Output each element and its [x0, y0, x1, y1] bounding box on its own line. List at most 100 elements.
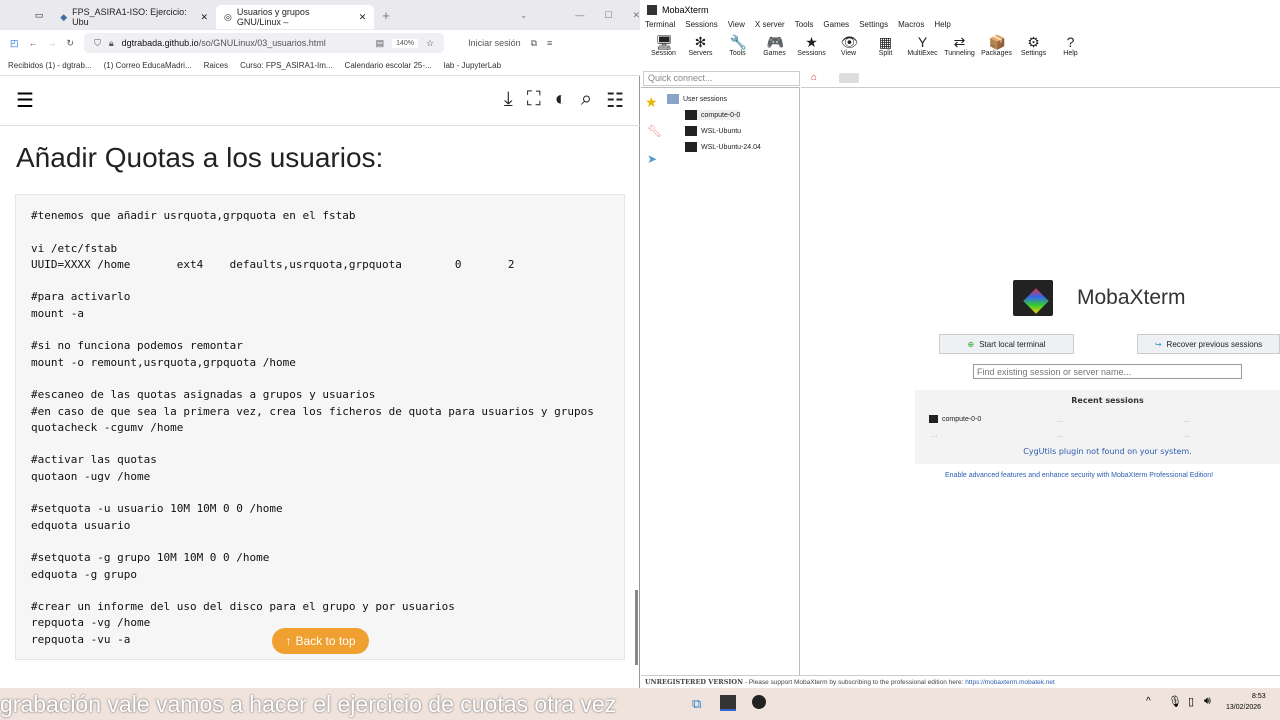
ssh-icon: [685, 110, 697, 120]
tool-multiexec[interactable]: Y MultiExec: [904, 34, 941, 70]
back-to-top-button[interactable]: ↑ Back to top: [272, 628, 369, 654]
clock-time[interactable]: 8:53: [1252, 693, 1266, 700]
tool-settings[interactable]: ⚙ Settings: [1015, 34, 1052, 70]
bookmark[interactable]: Recibidos (1) - dgtrab...: [8, 61, 92, 70]
chevron-down-icon[interactable]: ⌄: [520, 10, 528, 21]
menu-macros[interactable]: Macros: [898, 20, 924, 34]
reader-icon[interactable]: ▤: [376, 38, 385, 49]
tool-session[interactable]: 🖥 Session: [645, 34, 682, 70]
shield-icon: ⛉: [94, 37, 101, 48]
sessions-sidebar: ★ 🔧︎ ➤ User sessions compute-0-0 WSL-Ubu…: [641, 87, 800, 675]
tool-tools[interactable]: 🔧 Tools: [719, 34, 756, 70]
clock-date[interactable]: 13/02/2026: [1226, 704, 1261, 711]
tool-help[interactable]: ? Help: [1052, 34, 1089, 70]
session-item[interactable]: WSL-Ubuntu-24.04: [685, 142, 761, 152]
mobaxterm-taskbar-icon[interactable]: [720, 695, 736, 711]
menu-sessions[interactable]: Sessions: [685, 20, 717, 34]
tool-packages[interactable]: 📦 Packages: [978, 34, 1015, 70]
code-block: #tenemos que añadir usrquota,grpquota en…: [15, 194, 625, 660]
chevron-up-icon[interactable]: ^: [1146, 696, 1151, 707]
status-bar: UNREGISTERED VERSION - Please support Mo…: [641, 675, 1280, 688]
network-icon[interactable]: ▯: [1188, 695, 1194, 708]
minimize-button[interactable]: —: [575, 10, 584, 20]
recover-sessions-button[interactable]: ↪ Recover previous sessions: [1137, 334, 1280, 354]
taskbar-app-icon[interactable]: ⧉: [692, 696, 701, 712]
tool-sessions[interactable]: ★ Sessions: [793, 34, 830, 70]
tab-ejercicio[interactable]: ◆ FPS_ASIRA1-ISO: Ejercicio: Ubu ✕: [52, 5, 216, 29]
session-item[interactable]: compute-0-0: [685, 110, 741, 120]
quick-connect-input[interactable]: Quick connect...: [643, 71, 800, 86]
menu-view[interactable]: View: [728, 20, 745, 34]
tool-tunneling[interactable]: ⇄ Tunneling: [941, 34, 978, 70]
recent-item: ...: [1183, 430, 1190, 439]
toc-icon[interactable]: ☷: [606, 88, 624, 113]
tab-new[interactable]: [839, 73, 859, 83]
close-icon[interactable]: ✕: [359, 12, 367, 23]
close-icon[interactable]: ✕: [201, 12, 209, 23]
menu-terminal[interactable]: Terminal: [645, 20, 675, 34]
star-icon[interactable]: ★: [645, 94, 658, 111]
obs-icon[interactable]: [752, 695, 766, 709]
star-icon[interactable]: ☆: [426, 38, 434, 49]
menu-help[interactable]: Help: [934, 20, 950, 34]
recent-item: ...: [931, 430, 938, 439]
cygutils-message: CygUtils plugin not found on your system…: [1023, 447, 1192, 456]
menu-tools[interactable]: Tools: [795, 20, 814, 34]
theme-icon[interactable]: ◐: [555, 88, 567, 113]
tab-list-icon[interactable]: ▭: [26, 10, 52, 21]
scrollbar[interactable]: [635, 590, 638, 665]
search-icon[interactable]: ⌕: [581, 88, 592, 113]
tool-view[interactable]: 👁 View: [830, 34, 867, 70]
signin-button[interactable]: Iniciar sesión: [468, 38, 521, 48]
zoom-badge[interactable]: 140%: [392, 38, 418, 48]
tool-split[interactable]: ▦ Split: [867, 34, 904, 70]
tool-servers[interactable]: ✻ Servers: [682, 34, 719, 70]
tool-games[interactable]: 🎮 Games: [756, 34, 793, 70]
packages-icon: 📦: [988, 34, 1006, 50]
redo-icon: ↪: [1154, 339, 1162, 349]
tab-usuarios[interactable]: ◎ Usuarios y grupos GNU/Linux – ✕: [216, 5, 375, 29]
back-button[interactable]: ←: [29, 38, 38, 48]
send-icon[interactable]: ➤: [647, 152, 657, 166]
title-bar: MobaXterm: [641, 0, 1280, 20]
reload-button[interactable]: ↻: [67, 38, 75, 49]
bookmark[interactable]: lab - JupyterLab: [444, 61, 501, 70]
hamburger-icon[interactable]: ☰: [16, 88, 34, 113]
download-icon[interactable]: ⤓: [504, 88, 513, 113]
menu-games[interactable]: Games: [823, 20, 849, 34]
recent-item[interactable]: compute-0-0: [929, 415, 981, 423]
bookmark[interactable]: Curso: FPS_ASIRA1-Im...: [240, 61, 332, 70]
volume-icon[interactable]: 🔊︎: [1204, 695, 1211, 708]
start-local-terminal-button[interactable]: ⊕ Start local terminal: [939, 334, 1074, 354]
tools-icon[interactable]: 🔧︎: [647, 124, 662, 138]
maximize-button[interactable]: ☐: [604, 10, 612, 21]
sidebar-icon[interactable]: ◰: [10, 38, 19, 49]
tree-root[interactable]: User sessions: [667, 94, 727, 104]
bookmark[interactable]: Raices: [204, 61, 228, 70]
session-item[interactable]: WSL-Ubuntu: [685, 126, 741, 136]
sessions-icon: ★: [805, 34, 818, 50]
microphone-icon[interactable]: 🎙︎: [1168, 695, 1182, 708]
mobaxterm-window: MobaXterm Terminal Sessions View X serve…: [641, 0, 1280, 688]
new-tab-button[interactable]: +: [382, 8, 390, 23]
bookmark[interactable]: (1) Correo EducaMadri...: [104, 61, 192, 70]
fullscreen-icon[interactable]: ⛶: [527, 88, 541, 113]
recent-item: ...: [1057, 430, 1064, 439]
find-session-input[interactable]: [973, 364, 1242, 379]
page-heading: Añadir Quotas a los usuarios:: [16, 142, 384, 173]
bookmark[interactable]: Calendario escolar 25-...: [345, 61, 432, 70]
status-link[interactable]: https://mobaxterm.mobatek.net: [965, 679, 1055, 686]
menu-icon[interactable]: ≡: [547, 38, 552, 48]
mobaxterm-logo-icon: [647, 5, 657, 15]
forward-button[interactable]: →: [48, 38, 57, 48]
split-icon: ▦: [878, 34, 893, 50]
help-icon: ?: [1066, 34, 1075, 50]
tab-home[interactable]: ⌂: [811, 72, 817, 83]
menu-xserver[interactable]: X server: [755, 20, 785, 34]
promo-link[interactable]: Enable advanced features and enhance sec…: [945, 472, 1213, 479]
extensions-icon[interactable]: ⧉: [531, 38, 537, 49]
url-bar[interactable]: ⛉ 🔒︎ dgtrabada.github.io/so/GNULinux/03_u…: [84, 33, 445, 53]
session-icon: 🖥: [655, 34, 674, 50]
close-window-button[interactable]: ✕: [632, 10, 640, 21]
menu-settings[interactable]: Settings: [859, 20, 888, 34]
